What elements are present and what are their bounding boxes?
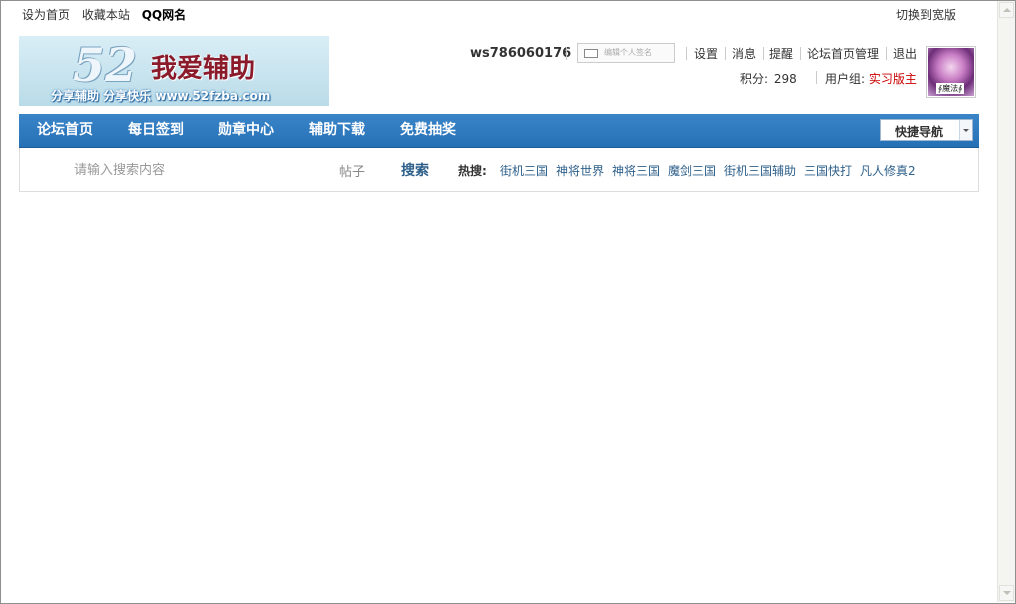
hot-term-link[interactable]: 神将三国 [612, 162, 660, 179]
logo-number: 52 [73, 38, 138, 92]
credits-value: 298 [773, 72, 797, 86]
vertical-scrollbar[interactable] [997, 1, 1015, 602]
site-logo[interactable]: 52 我爱辅助 分享辅助 分享快乐 www.52fzba.com [19, 36, 329, 106]
nav-item-home[interactable]: 论坛首页 [37, 114, 93, 147]
credits-label: 积分: [740, 72, 769, 86]
forum-admin-link[interactable]: 论坛首页管理 [807, 47, 879, 61]
divider [816, 71, 817, 84]
main-nav: 论坛首页 每日签到 勋章中心 辅助下载 免费抽奖 快捷导航 [19, 114, 979, 148]
avatar-image: ∮魔法∮ [928, 48, 974, 96]
credits-info[interactable]: 积分: 298 [740, 70, 797, 87]
logout-link[interactable]: 退出 [893, 47, 917, 61]
nav-item-downloads[interactable]: 辅助下载 [309, 114, 365, 147]
divider [763, 47, 764, 60]
settings-link[interactable]: 设置 [694, 47, 718, 61]
nav-item-signin[interactable]: 每日签到 [128, 114, 184, 147]
divider [800, 47, 801, 60]
pencil-icon [584, 49, 598, 58]
divider [686, 47, 687, 60]
logo-slogan: 分享辅助 分享快乐 www.52fzba.com [51, 89, 271, 103]
avatar[interactable]: ∮魔法∮ [926, 46, 976, 98]
hot-term-link[interactable]: 三国快打 [804, 162, 852, 179]
avatar-signature: ∮魔法∮ [936, 83, 965, 94]
search-bar: 帖子 搜索 热搜: 街机三国 神将世界 神将三国 魔剑三国 街机三国辅助 三国快… [19, 148, 979, 192]
quick-nav-label: 快捷导航 [895, 125, 944, 139]
switch-wide-link[interactable]: 切换到宽版 [896, 7, 956, 23]
hot-term-link[interactable]: 魔剑三国 [668, 162, 716, 179]
logo-name: 我爱辅助 [151, 54, 256, 84]
status-placeholder: 编辑个人签名 [604, 48, 652, 57]
scroll-up-icon[interactable] [999, 2, 1014, 18]
hot-term-link[interactable]: 神将世界 [556, 162, 604, 179]
search-type-select[interactable]: 帖子 [339, 161, 365, 180]
top-bar: 设为首页 收藏本站 QQ网名 [22, 7, 194, 23]
group-value[interactable]: 实习版主 [869, 72, 917, 86]
status-input[interactable]: 编辑个人签名 [577, 43, 675, 63]
notifications-link[interactable]: 提醒 [769, 47, 793, 61]
username-link[interactable]: ws786060176 [470, 46, 571, 61]
scroll-down-icon[interactable] [999, 585, 1014, 601]
user-group-info: 用户组: 实习版主 [825, 70, 917, 87]
hot-search-label: 热搜: [458, 164, 487, 178]
nav-item-medals[interactable]: 勋章中心 [218, 114, 274, 147]
chevron-down-icon[interactable] [959, 120, 972, 140]
hot-term-link[interactable]: 凡人修真2 [860, 162, 916, 179]
divider [725, 47, 726, 60]
set-homepage-link[interactable]: 设为首页 [22, 8, 70, 22]
search-input[interactable] [72, 159, 326, 181]
group-label: 用户组: [825, 72, 866, 86]
hot-term-link[interactable]: 街机三国 [500, 162, 548, 179]
qq-name-link[interactable]: QQ网名 [142, 8, 186, 22]
hot-term-link[interactable]: 街机三国辅助 [724, 162, 796, 179]
nav-item-lottery[interactable]: 免费抽奖 [400, 114, 456, 147]
divider [566, 47, 567, 60]
divider [886, 47, 887, 60]
search-button[interactable]: 搜索 [401, 160, 429, 180]
quick-nav-button[interactable]: 快捷导航 [880, 119, 973, 141]
bookmark-link[interactable]: 收藏本站 [82, 8, 130, 22]
messages-link[interactable]: 消息 [732, 47, 756, 61]
